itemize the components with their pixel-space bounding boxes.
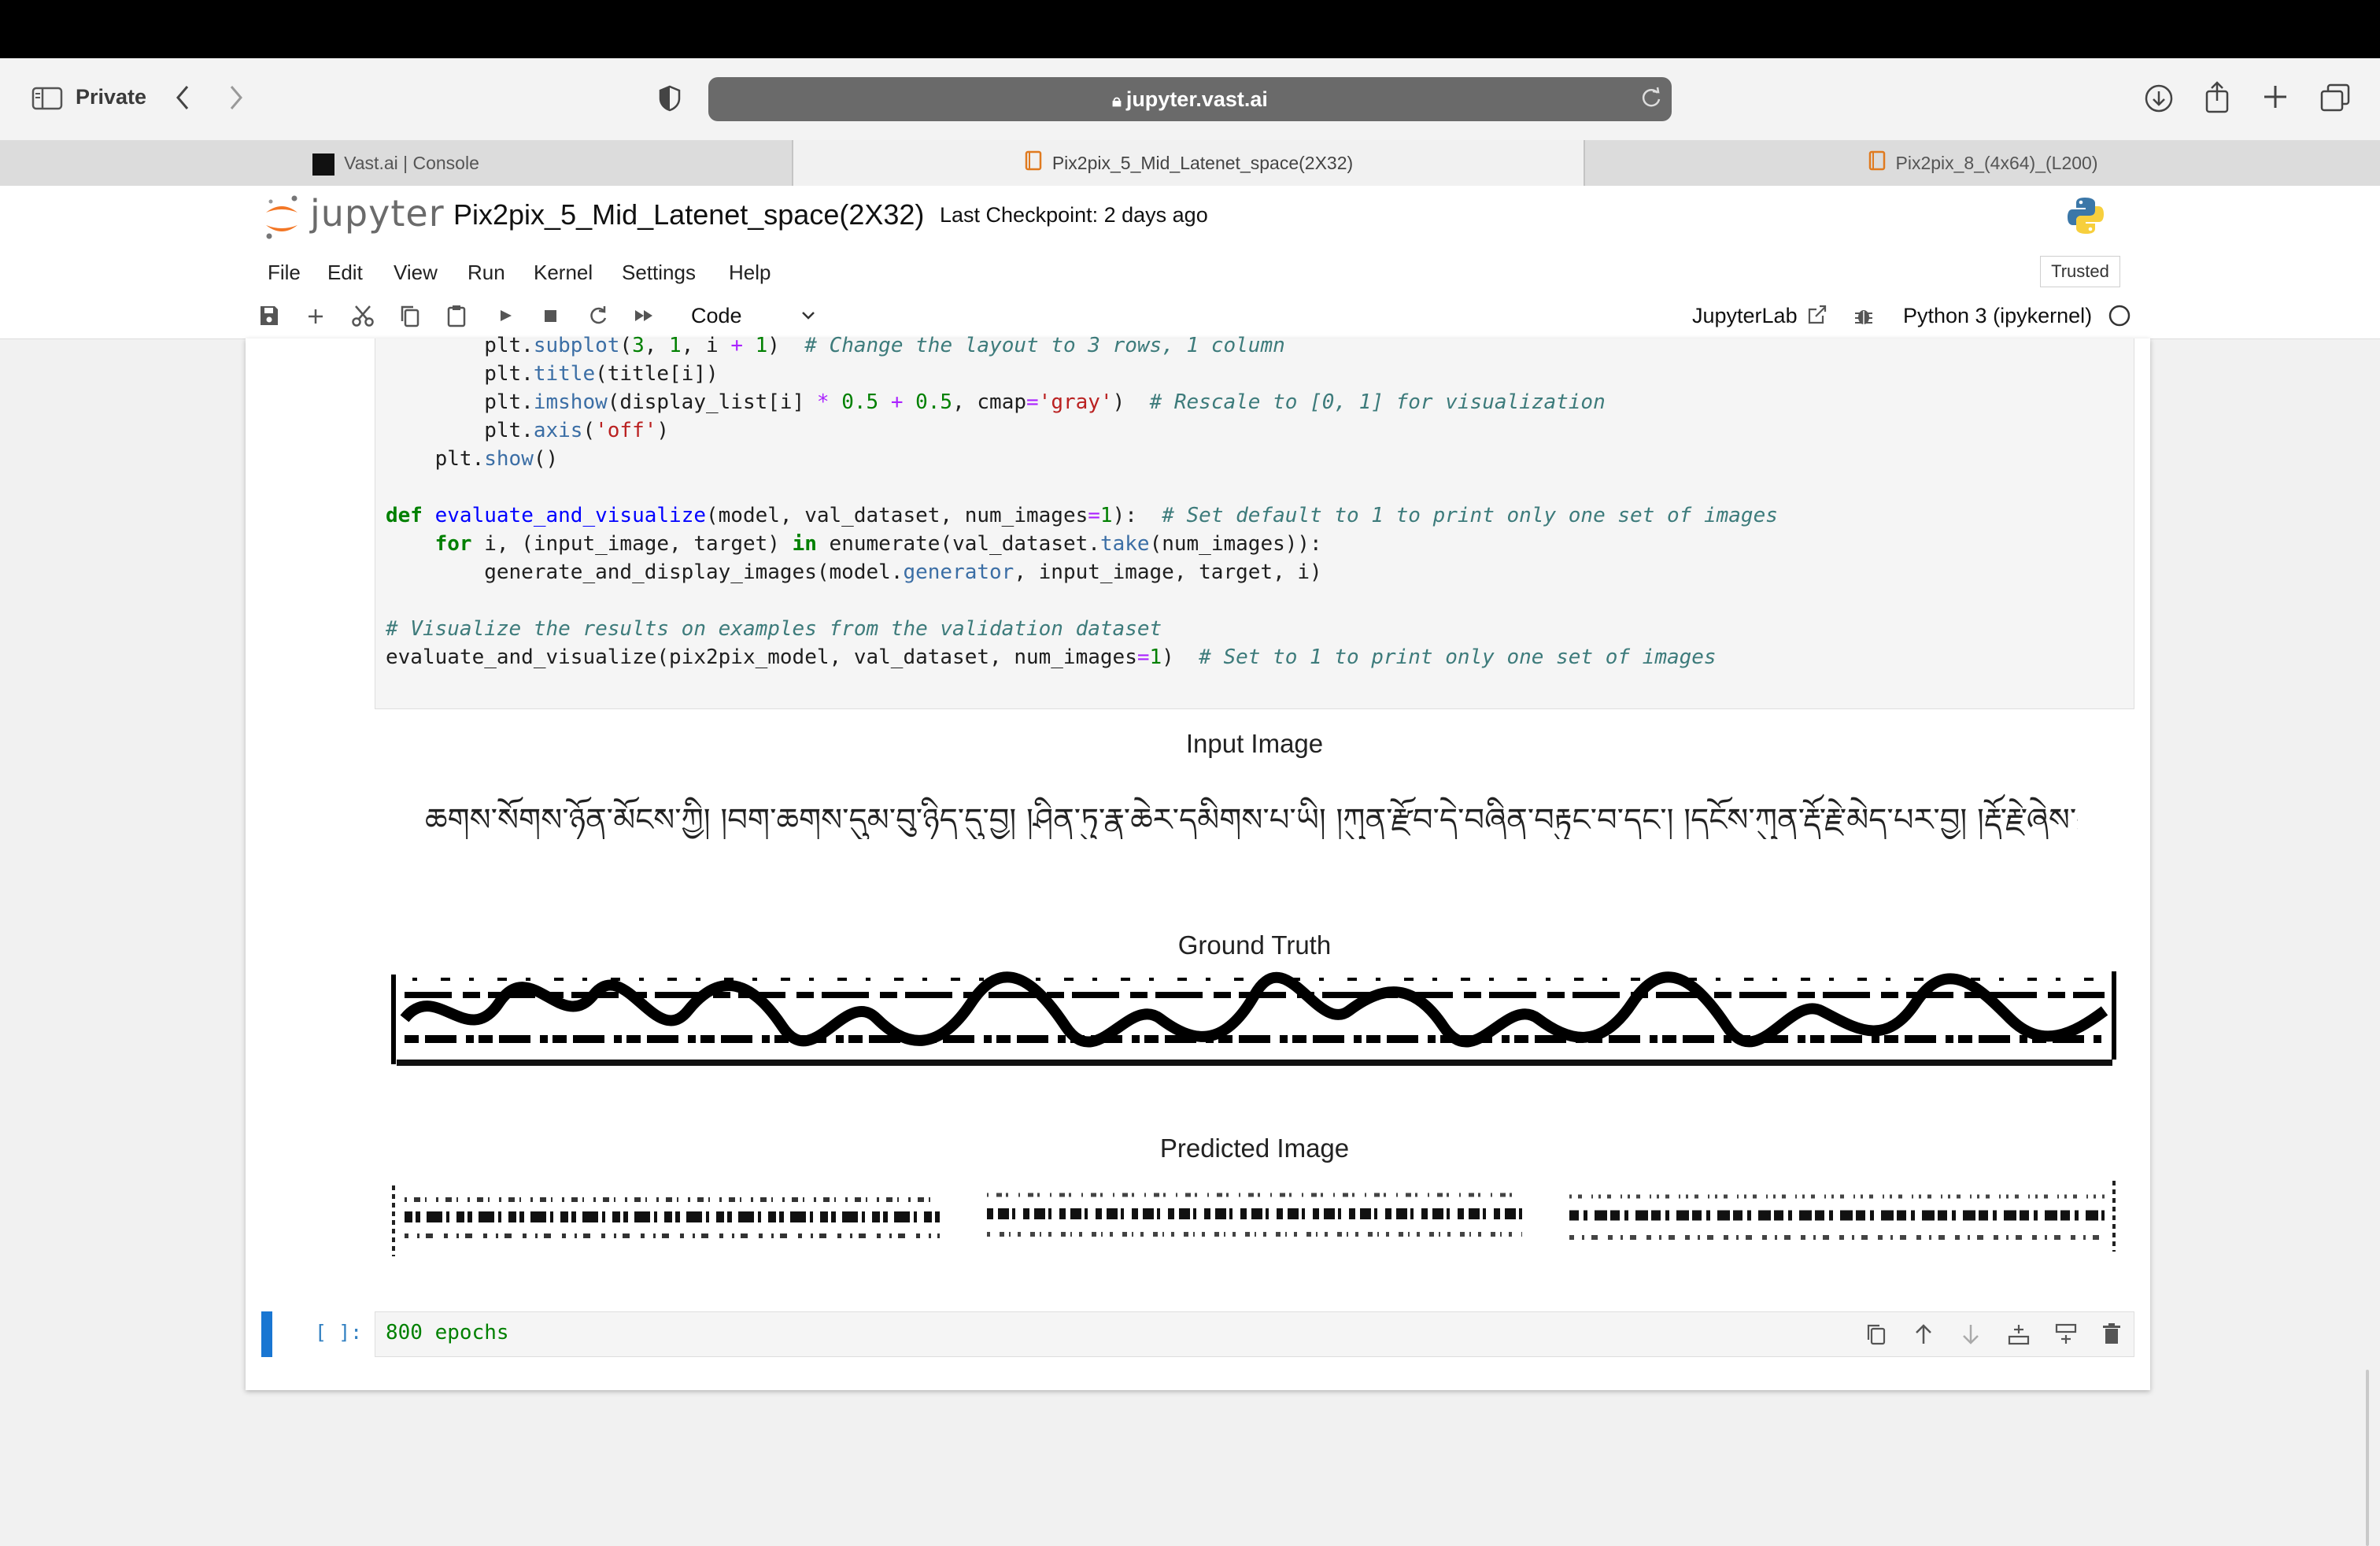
tab-pix2pix-8[interactable]: Pix2pix_8_(4x64)_(L200): [1585, 140, 2380, 186]
code-line: plt.subplot(3, 1, i + 1) # Change the la…: [386, 334, 1285, 357]
kernel-name[interactable]: Python 3 (ipykernel): [1903, 304, 2092, 328]
address-bar[interactable]: 🔒︎ jupyter.vast.ai: [708, 77, 1672, 121]
code-line: plt.axis('off'): [386, 419, 670, 442]
save-icon[interactable]: [258, 304, 280, 331]
code-line: plt.imshow(display_list[i] * 0.5 + 0.5, …: [386, 390, 1606, 414]
menu-edit[interactable]: Edit: [327, 261, 363, 285]
external-link-icon[interactable]: [1807, 304, 1828, 330]
code-line: def evaluate_and_visualize(model, val_da…: [386, 504, 1778, 527]
tab-bar: Vast.ai | Console Pix2pix_5_Mid_Latenet_…: [0, 140, 2380, 187]
share-icon[interactable]: [2204, 80, 2230, 113]
jupyter-logo-icon[interactable]: [263, 194, 301, 245]
code-line: plt.title(title[i]): [386, 362, 719, 386]
trusted-badge[interactable]: Trusted: [2040, 256, 2120, 287]
code-line: # Visualize the results on examples from…: [386, 617, 1162, 641]
tab-vast-console[interactable]: Vast.ai | Console: [0, 140, 792, 186]
output-title-predicted: Predicted Image: [1159, 1134, 1350, 1163]
menu-settings[interactable]: Settings: [622, 261, 696, 285]
output-title-ground-truth: Ground Truth: [1177, 930, 1332, 960]
input-image-text: ཆགས་སོགས་ཉོན་མོངས་ཀྱི། །བག་ཆགས་དུམ་བུ་ཉི…: [425, 802, 2078, 838]
tab-label: Pix2pix_8_(4x64)_(L200): [1895, 153, 2098, 173]
cell-prompt: [ ]:: [315, 1321, 363, 1344]
tab-pix2pix-5[interactable]: Pix2pix_5_Mid_Latenet_space(2X32): [793, 140, 1584, 186]
cell-text-content: 800 epochs: [386, 1321, 509, 1344]
ground-truth-image: [389, 963, 2120, 1074]
chevron-down-icon[interactable]: [800, 309, 817, 327]
tab-overview-icon[interactable]: [2320, 83, 2350, 112]
page-scrollbar[interactable]: [2366, 1370, 2369, 1546]
shield-icon[interactable]: [658, 85, 682, 112]
forward-icon[interactable]: [227, 83, 246, 112]
paste-icon[interactable]: [445, 304, 468, 331]
menu-file[interactable]: File: [268, 261, 301, 285]
menu-run[interactable]: Run: [468, 261, 505, 285]
python-logo-icon: [2065, 195, 2106, 240]
add-cell-icon[interactable]: [305, 304, 326, 331]
tab-label: Pix2pix_5_Mid_Latenet_space(2X32): [1051, 153, 1354, 173]
private-mode-label: Private: [76, 85, 147, 109]
active-cell-indicator: [261, 1311, 272, 1357]
delete-cell-icon[interactable]: [2101, 1322, 2122, 1350]
copy-icon[interactable]: [398, 304, 420, 331]
insert-below-icon[interactable]: [2054, 1322, 2078, 1350]
move-down-icon[interactable]: [1960, 1322, 1982, 1350]
cell-type-select[interactable]: Code: [691, 304, 742, 328]
insert-above-icon[interactable]: [2007, 1322, 2031, 1350]
notebook-favicon-icon: [1024, 142, 1043, 187]
bug-icon[interactable]: [1853, 304, 1875, 331]
new-tab-icon[interactable]: [2262, 83, 2289, 110]
code-line: plt.show(): [386, 447, 559, 471]
cell-text: 800 epochs: [386, 1321, 509, 1344]
code-line: evaluate_and_visualize(pix2pix_model, va…: [386, 645, 1717, 669]
os-menubar: [0, 0, 2380, 58]
menu-help[interactable]: Help: [729, 261, 771, 285]
notebook-favicon-icon: [1868, 142, 1887, 187]
restart-icon[interactable]: [587, 304, 609, 331]
run-icon[interactable]: [496, 304, 515, 331]
reload-icon[interactable]: [1640, 87, 1662, 114]
cell-type-value: Code: [691, 304, 742, 327]
downloads-icon[interactable]: [2144, 83, 2174, 113]
output-title-input: Input Image: [1185, 729, 1324, 758]
kernel-status-icon: [2108, 304, 2131, 331]
jupyterlab-link[interactable]: JupyterLab: [1692, 304, 1798, 328]
move-up-icon[interactable]: [1913, 1322, 1935, 1350]
fast-forward-icon[interactable]: [633, 304, 656, 331]
vast-favicon-icon: [312, 153, 335, 176]
jupyter-logo-text: jupyter: [310, 192, 445, 235]
lock-icon: 🔒︎: [1112, 91, 1122, 110]
code-line: generate_and_display_images(model.genera…: [386, 560, 1322, 584]
duplicate-cell-icon[interactable]: [1865, 1322, 1887, 1350]
notebook-title[interactable]: Pix2pix_5_Mid_Latenet_space(2X32): [453, 198, 924, 231]
code-line: for i, (input_image, target) in enumerat…: [434, 532, 1322, 556]
back-icon[interactable]: [173, 83, 192, 112]
jupyterlab-label: JupyterLab: [1692, 304, 1798, 327]
tab-label: Vast.ai | Console: [344, 153, 479, 173]
address-text: 🔒︎ jupyter.vast.ai: [708, 77, 1672, 121]
sidebar-toggle-icon[interactable]: [31, 87, 63, 110]
address-url: jupyter.vast.ai: [1125, 87, 1268, 111]
cut-icon[interactable]: [351, 304, 375, 331]
predicted-image: [389, 1170, 2120, 1272]
stop-icon[interactable]: [541, 304, 560, 331]
checkpoint-status: Last Checkpoint: 2 days ago: [940, 203, 1208, 227]
menu-view[interactable]: View: [394, 261, 438, 285]
menu-kernel[interactable]: Kernel: [534, 261, 593, 285]
